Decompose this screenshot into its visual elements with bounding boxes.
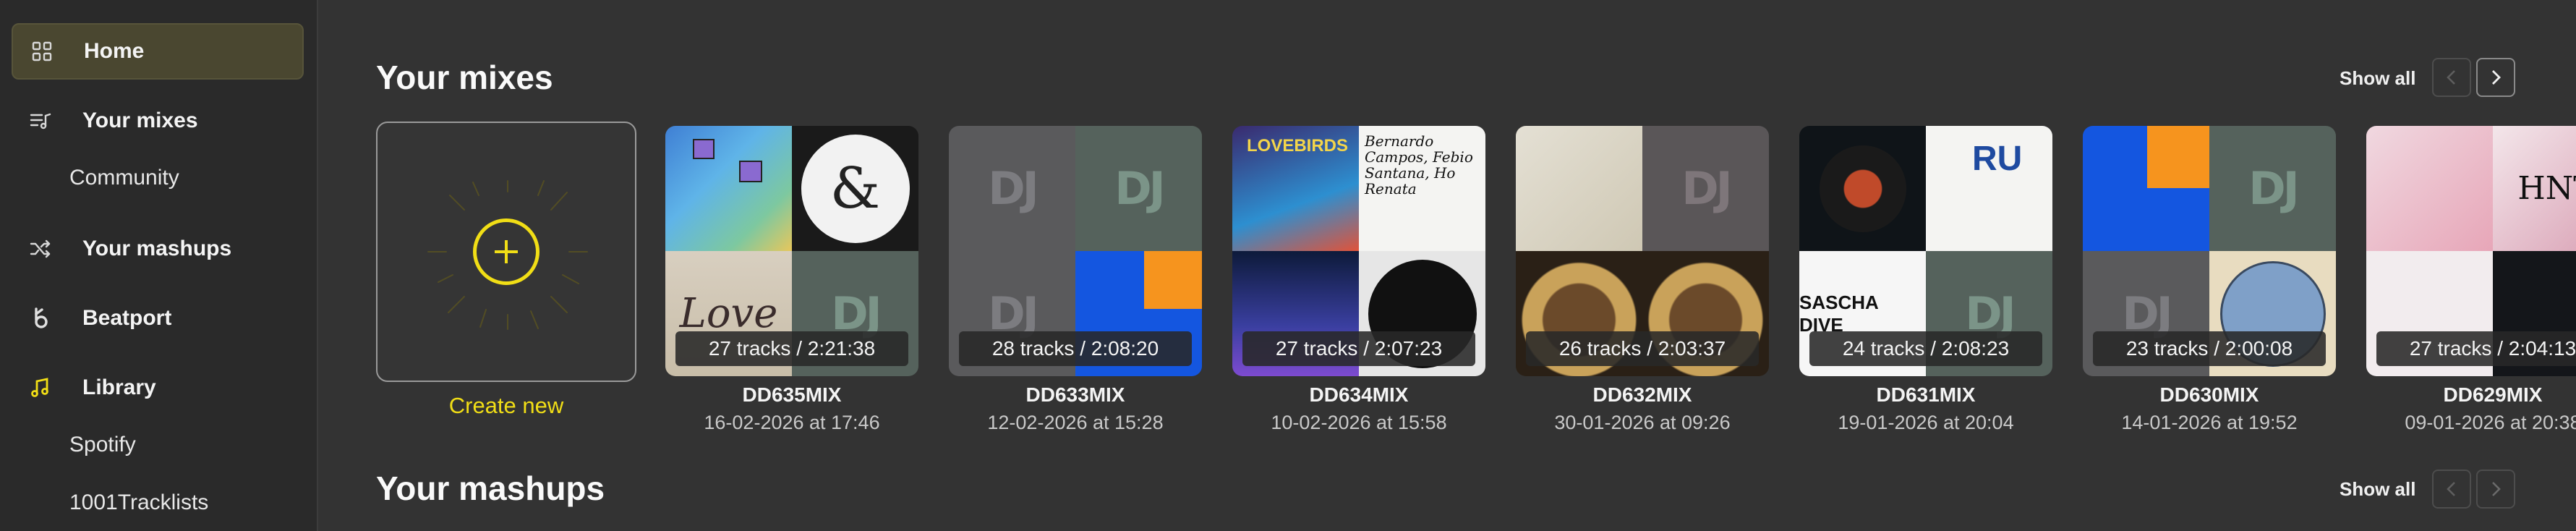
playlist-icon <box>27 108 54 134</box>
sidebar-item-your-mixes[interactable]: Your mixes <box>12 93 304 149</box>
sidebar-item-label: Your mixes <box>82 109 198 132</box>
chevron-left-icon <box>2447 482 2455 496</box>
album-art: DJ <box>1075 126 1202 251</box>
album-art: & <box>792 126 918 251</box>
chevron-left-icon <box>2447 70 2455 85</box>
mix-name: DD635MIX <box>742 383 842 406</box>
sidebar-item-label: Your mashups <box>82 237 232 260</box>
mix-date: 10-02-2026 at 15:58 <box>1271 412 1447 433</box>
album-art <box>2083 126 2209 251</box>
plus-icon <box>473 218 539 285</box>
mix-name: DD632MIX <box>1592 383 1692 406</box>
sidebar-item-label: Home <box>84 39 145 63</box>
mix-info-badge: 27 tracks / 2:07:23 <box>1242 331 1475 366</box>
album-art <box>1516 126 1642 251</box>
album-art: RU <box>1926 126 2052 251</box>
album-art <box>1799 126 1926 251</box>
mix-card[interactable]: LOVEBIRDS Bernardo Campos, Febio Santana… <box>1232 126 1485 376</box>
mashups-next-button[interactable] <box>2476 470 2515 509</box>
music-note-icon <box>27 375 54 401</box>
album-art: DJ <box>2209 126 2336 251</box>
mix-name: DD634MIX <box>1309 383 1409 406</box>
album-art: DJ <box>1642 126 1769 251</box>
sidebar-item-spotify[interactable]: Spotify <box>69 433 136 457</box>
mixes-show-all-link[interactable]: Show all <box>2340 67 2415 90</box>
album-art: DJ <box>949 126 1075 251</box>
album-art <box>2366 126 2493 251</box>
sidebar-item-community[interactable]: Community <box>69 166 179 190</box>
mix-info-badge: 27 tracks / 2:04:13 <box>2376 331 2576 366</box>
mixes-prev-button[interactable] <box>2432 58 2471 97</box>
mix-name: DD631MIX <box>1876 383 1976 406</box>
mix-info-badge: 27 tracks / 2:21:38 <box>675 331 908 366</box>
mix-date: 12-02-2026 at 15:28 <box>987 412 1164 433</box>
mix-card[interactable]: DJ DJ DJ 28 tracks / 2:08:20 <box>949 126 1202 376</box>
mix-info-badge: 24 tracks / 2:08:23 <box>1809 331 2042 366</box>
mix-date: 19-01-2026 at 20:04 <box>1838 412 2014 433</box>
mix-date: 16-02-2026 at 17:46 <box>704 412 880 433</box>
grid-icon <box>29 38 55 64</box>
mix-info-badge: 28 tracks / 2:08:20 <box>959 331 1192 366</box>
mix-name: DD630MIX <box>2159 383 2259 406</box>
mix-info-badge: 23 tracks / 2:00:08 <box>2093 331 2326 366</box>
album-art <box>665 126 792 251</box>
sidebar-item-library[interactable]: Library <box>12 360 304 416</box>
mix-card[interactable]: DJ 26 tracks / 2:03:37 <box>1516 126 1769 376</box>
album-art: LOVEBIRDS <box>1232 126 1359 251</box>
mix-date: 14-01-2026 at 19:52 <box>2121 412 2298 433</box>
sidebar-item-1001tracklists[interactable]: 1001Tracklists <box>69 490 208 515</box>
mix-card[interactable]: & Love DJ 27 tracks / 2:21:38 <box>665 126 918 376</box>
sidebar-item-home[interactable]: Home <box>12 23 304 80</box>
chevron-right-icon <box>2492 482 2501 496</box>
create-new-label[interactable]: Create new <box>376 393 636 419</box>
album-art: HNT <box>2493 126 2576 251</box>
mix-card[interactable]: RU SASCHA DIVE DJ 24 tracks / 2:08:23 <box>1799 126 2052 376</box>
sidebar-item-beatport[interactable]: Beatport <box>12 290 304 347</box>
mix-name: DD633MIX <box>1025 383 1125 406</box>
mix-date: 30-01-2026 at 09:26 <box>1554 412 1731 433</box>
chevron-right-icon <box>2492 70 2501 85</box>
mix-name: DD629MIX <box>2443 383 2543 406</box>
shuffle-icon <box>27 236 54 262</box>
mixes-section-title: Your mixes <box>376 59 553 96</box>
mix-info-badge: 26 tracks / 2:03:37 <box>1526 331 1759 366</box>
album-art: Bernardo Campos, Febio Santana, Ho Renat… <box>1359 126 1485 251</box>
mashups-prev-button[interactable] <box>2432 470 2471 509</box>
mix-card[interactable]: DJ DJ 23 tracks / 2:00:08 <box>2083 126 2336 376</box>
sidebar-item-your-mashups[interactable]: Your mashups <box>12 221 304 277</box>
sidebar-item-label: Beatport <box>82 306 172 330</box>
sidebar: Home Your mixes Community Your mashups B… <box>0 0 318 531</box>
sidebar-item-label: Library <box>82 375 156 399</box>
mix-date: 09-01-2026 at 20:38 <box>2405 412 2576 433</box>
create-new-mix-card[interactable] <box>376 122 636 382</box>
mixes-next-button[interactable] <box>2476 58 2515 97</box>
mashups-section-title: Your mashups <box>376 470 605 507</box>
mix-card[interactable]: HNT 27 tracks / 2:04:13 <box>2366 126 2576 376</box>
mashups-show-all-link[interactable]: Show all <box>2340 478 2415 501</box>
beatport-icon <box>27 305 54 331</box>
